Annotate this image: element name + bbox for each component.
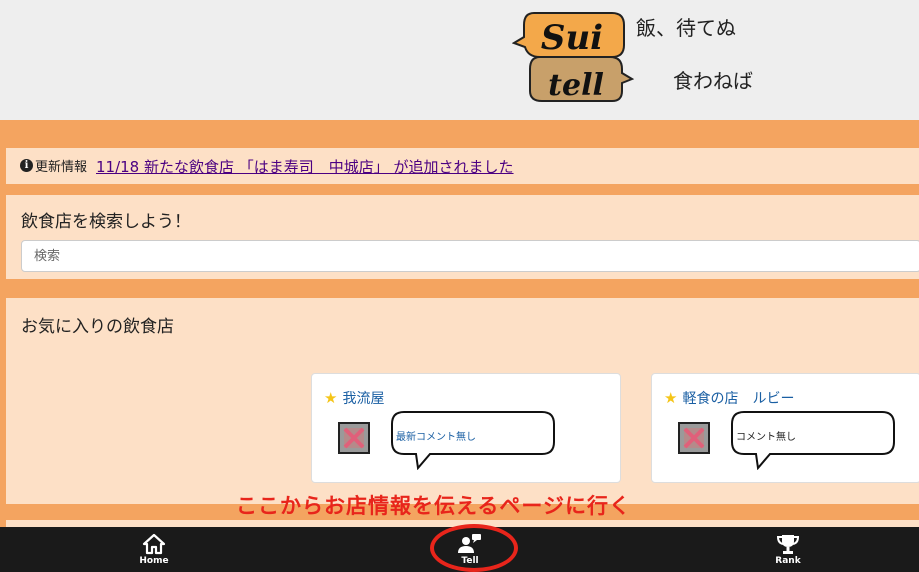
news-label-text: 更新情報 xyxy=(35,160,88,175)
broken-image-icon xyxy=(678,422,710,454)
home-icon xyxy=(142,533,166,555)
tab-rank-label: Rank xyxy=(775,556,801,566)
news-label: i 更新情報 xyxy=(20,156,87,175)
info-icon: i xyxy=(20,159,33,172)
favorite-card[interactable]: ★ 軽食の店 ルビー コメント無し xyxy=(651,373,919,483)
header: Sui tell 飯、待てぬ 食わねば xyxy=(0,0,919,120)
card-title[interactable]: ★ 軽食の店 ルビー xyxy=(664,388,794,408)
trophy-icon xyxy=(776,535,800,554)
news-bar: i 更新情報 11/18 新たな飲食店 「はま寿司 中城店」 が追加されました xyxy=(6,148,919,184)
comment-text: 最新コメント無し xyxy=(396,432,476,443)
tab-home[interactable]: Home xyxy=(114,527,194,572)
favorite-card[interactable]: ★ 我流屋 最新コメント無し xyxy=(311,373,621,483)
star-icon: ★ xyxy=(664,389,678,407)
annotation-text: ここからお店情報を伝えるページに行く xyxy=(236,494,631,518)
tagline-line2: 食わねば xyxy=(673,69,753,93)
shop-name[interactable]: 我流屋 xyxy=(342,388,384,408)
logo-text-top: Sui xyxy=(541,18,603,58)
logo-text-bottom: tell xyxy=(548,68,604,103)
suitell-logo[interactable]: Sui tell xyxy=(512,5,634,103)
search-input[interactable] xyxy=(21,240,919,272)
comment-text: コメント無し xyxy=(736,432,796,443)
highlight-ring xyxy=(430,524,518,572)
favorites-panel: お気に入りの飲食店 ★ 我流屋 最新コメント無し ★ 軽食の店 ルビー コメント… xyxy=(6,298,919,504)
broken-image-icon xyxy=(338,422,370,454)
star-icon: ★ xyxy=(324,389,338,407)
tab-rank[interactable]: Rank xyxy=(748,527,828,572)
favorites-title: お気に入りの飲食店 xyxy=(21,317,174,337)
tagline-line1: 飯、待てぬ xyxy=(636,16,736,40)
news-link[interactable]: 11/18 新たな飲食店 「はま寿司 中城店」 が追加されました xyxy=(96,156,514,177)
search-title: 飲食店を検索しよう！ xyxy=(21,212,191,232)
tab-home-label: Home xyxy=(139,556,169,566)
card-title[interactable]: ★ 我流屋 xyxy=(324,388,384,408)
search-panel: 飲食店を検索しよう！ xyxy=(6,195,919,279)
shop-name[interactable]: 軽食の店 ルビー xyxy=(682,388,794,408)
